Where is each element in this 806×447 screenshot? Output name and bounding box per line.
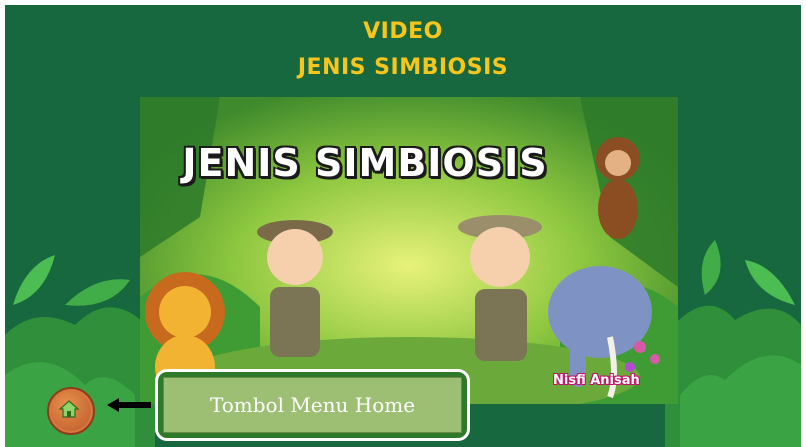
page-title: VIDEO bbox=[363, 19, 443, 44]
video-title: JENIS SIMBIOSIS bbox=[182, 141, 548, 185]
video-player[interactable]: JENIS SIMBIOSIS Nisfi Anisah bbox=[140, 97, 678, 404]
annotation-box: Tombol Menu Home bbox=[163, 377, 462, 433]
annotation-callout: Tombol Menu Home bbox=[155, 369, 470, 441]
video-watermark: Nisfi Anisah bbox=[553, 373, 640, 388]
app-screen: VIDEO JENIS SIMBIOSIS JENIS SIMBIOSIS Ni… bbox=[5, 5, 801, 447]
page-subtitle: JENIS SIMBIOSIS bbox=[297, 55, 509, 80]
pointer-arrow-icon bbox=[107, 398, 151, 412]
home-button[interactable] bbox=[47, 387, 95, 435]
annotation-label: Tombol Menu Home bbox=[209, 393, 416, 417]
home-icon bbox=[58, 400, 80, 418]
